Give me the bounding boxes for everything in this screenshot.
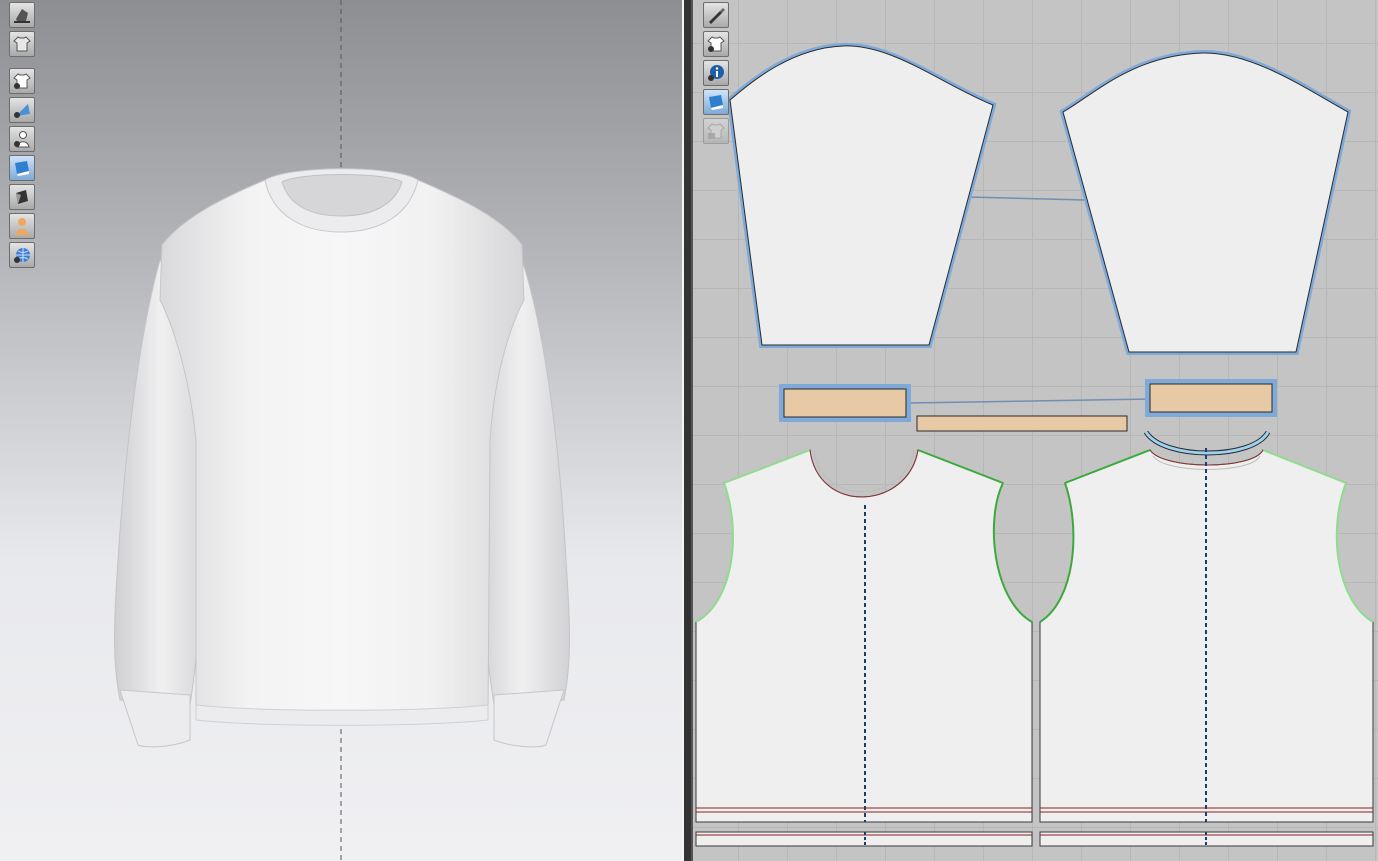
2d-toolbar xyxy=(703,2,729,144)
garment-visibility-icon xyxy=(13,73,31,89)
avatar-skin-button[interactable] xyxy=(9,213,35,239)
pattern-front-hem xyxy=(695,831,1033,847)
pen-display-icon xyxy=(709,8,725,24)
pattern-left-cuff xyxy=(779,384,911,422)
pattern-display-button[interactable] xyxy=(703,31,729,57)
pattern-neck-rib xyxy=(916,415,1128,432)
avatar-display-icon xyxy=(14,9,30,23)
shading-display-icon xyxy=(16,190,28,204)
avatar-skin-icon xyxy=(15,218,29,235)
fabric-display-button[interactable] xyxy=(9,155,35,181)
avatar-display-button[interactable] xyxy=(9,2,35,28)
environment-display-button[interactable] xyxy=(9,242,35,268)
garment-display-button[interactable] xyxy=(9,31,35,57)
pattern-back-hem xyxy=(1039,831,1374,847)
fabric-display-icon xyxy=(15,161,29,176)
texture-display-button[interactable] xyxy=(9,97,35,123)
lock-pattern-icon xyxy=(707,123,725,139)
environment-display-icon xyxy=(14,248,30,263)
3d-viewport[interactable] xyxy=(0,0,682,861)
texture-display-icon xyxy=(14,104,30,118)
shading-display-button[interactable] xyxy=(9,184,35,210)
pattern-left-sleeve xyxy=(726,42,997,348)
info-display-button[interactable] xyxy=(703,60,729,86)
pattern-front-body xyxy=(695,449,1033,823)
garment-display-icon xyxy=(13,36,31,52)
2d-pattern-canvas xyxy=(695,42,1374,847)
pattern-right-cuff xyxy=(1145,379,1277,417)
avatar-visibility-button[interactable] xyxy=(9,126,35,152)
pen-display-button[interactable] xyxy=(703,2,729,28)
texture-2d-display-icon xyxy=(709,95,723,110)
left-cuff xyxy=(119,689,191,748)
shirt-body xyxy=(159,179,525,725)
link-line-sleeves xyxy=(967,196,1086,201)
info-display-icon xyxy=(708,65,724,81)
pattern-display-icon xyxy=(707,36,725,52)
link-line-cuffs xyxy=(907,398,1150,404)
avatar-visibility-icon xyxy=(14,131,30,148)
texture-2d-display-button[interactable] xyxy=(703,89,729,115)
right-cuff xyxy=(493,689,565,748)
viewport-splitter[interactable] xyxy=(682,0,693,861)
garment-visibility-button[interactable] xyxy=(9,68,35,94)
pattern-back-body xyxy=(1039,448,1374,823)
pattern-right-sleeve xyxy=(1059,49,1352,355)
2d-pattern-viewport[interactable] xyxy=(693,0,1378,861)
lock-pattern-button[interactable] xyxy=(703,118,729,144)
3d-scene xyxy=(114,0,570,861)
3d-toolbar xyxy=(9,2,35,268)
